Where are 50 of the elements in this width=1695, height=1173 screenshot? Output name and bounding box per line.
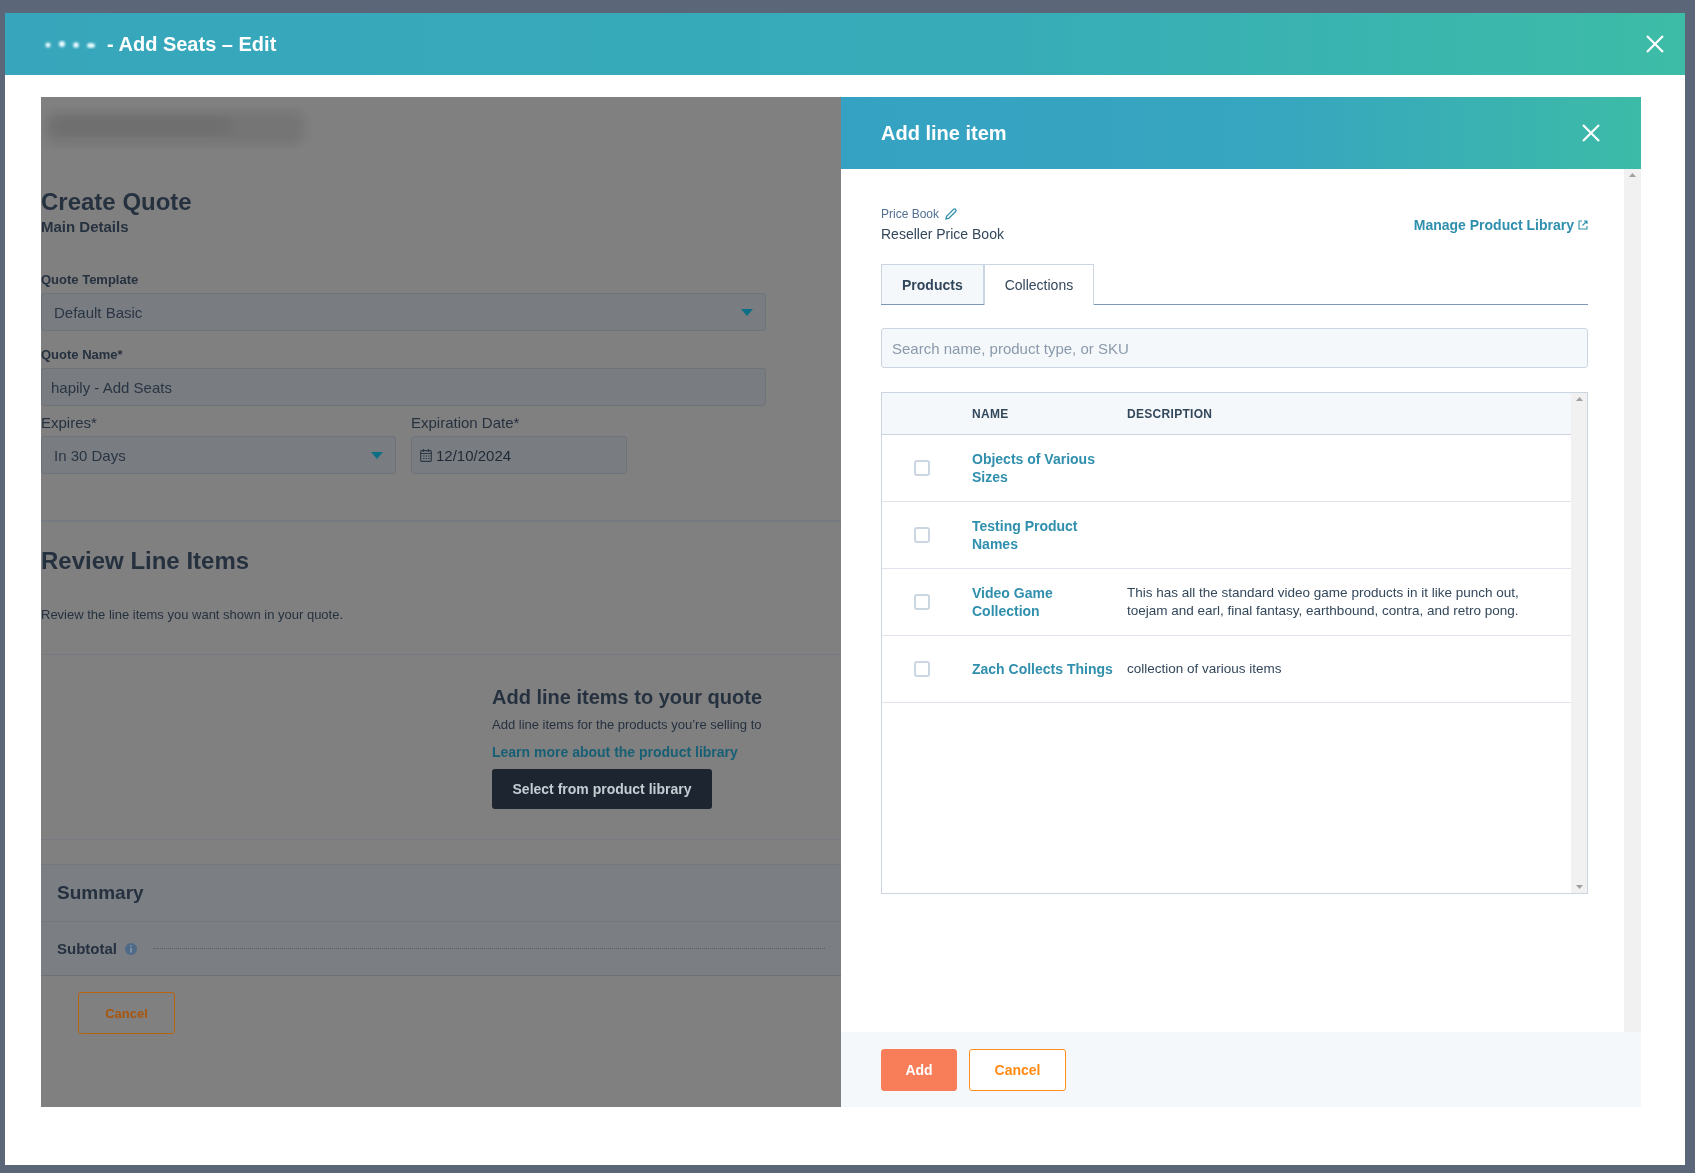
cancel-button[interactable]: Cancel xyxy=(969,1048,1066,1091)
description-cell-text: This has all the standard video game products in it like punch out, toejam and earl, final fantasy, earthbound, contra, and retro pong. xyxy=(1127,584,1520,620)
page-heading: Create Quote xyxy=(41,187,193,217)
tab[interactable]: Collections xyxy=(983,264,1095,305)
close-icon[interactable] xyxy=(1581,123,1601,143)
column-header: DESCRIPTION xyxy=(1127,406,1214,421)
scroll-up-icon[interactable] xyxy=(1575,397,1583,401)
tab[interactable]: Products xyxy=(881,264,984,304)
external-link-icon[interactable] xyxy=(1578,219,1588,230)
checkbox[interactable] xyxy=(914,661,930,677)
section-heading: Review Line Items xyxy=(41,546,251,576)
collection-name-link[interactable]: Zach Collects Things xyxy=(972,660,1127,678)
date-field[interactable]: 12/10/2024 xyxy=(411,436,627,474)
section-description: Review the line items you want shown in your quote. xyxy=(41,606,345,624)
checkbox[interactable] xyxy=(914,594,930,610)
checkbox[interactable] xyxy=(914,527,930,543)
calendar-icon xyxy=(420,448,432,462)
empty-state-text: Add line items for the products you’re selling to xyxy=(492,717,762,733)
checkbox[interactable] xyxy=(914,460,930,476)
pencil-icon[interactable] xyxy=(945,208,958,220)
input-field[interactable]: hapily - Add Seats xyxy=(41,368,766,406)
caret-icon xyxy=(741,308,753,316)
field-label: Expires* xyxy=(41,414,98,432)
subtotal-label: Subtotal xyxy=(57,940,117,957)
scroll-up-icon[interactable] xyxy=(1629,173,1636,177)
price-book-name: Reseller Price Book xyxy=(881,226,1004,242)
panel-title: Add line item xyxy=(881,121,1007,145)
close-icon[interactable] xyxy=(1645,34,1665,54)
collection-name-link[interactable]: Objects of Various Sizes xyxy=(972,450,1127,486)
collection-name-link[interactable]: Video Game Collection xyxy=(972,584,1127,620)
price-book-label: Price Book xyxy=(881,207,940,221)
summary-heading: Summary xyxy=(41,865,841,922)
field-label: Quote Template xyxy=(41,271,140,289)
caret-icon xyxy=(371,451,383,459)
select-field[interactable]: In 30 Days xyxy=(41,436,396,474)
field-label: Quote Name* xyxy=(41,346,124,364)
add-button[interactable]: Add xyxy=(881,1048,957,1091)
column-header: NAME xyxy=(972,406,1010,421)
info-icon xyxy=(125,942,137,955)
section-subheading: Main Details xyxy=(41,217,130,237)
empty-state-heading: Add line items to your quote xyxy=(492,685,762,709)
search-field[interactable]: Search name, product type, or SKU xyxy=(881,328,1588,368)
manage-library-link[interactable]: Manage Product Library xyxy=(1413,216,1574,233)
description-cell-text: collection of various items xyxy=(1127,660,1283,678)
select-field[interactable]: Default Basic xyxy=(41,293,766,331)
field-label: Expiration Date* xyxy=(411,414,521,432)
scroll-down-icon[interactable] xyxy=(1575,885,1583,889)
collection-name-link[interactable]: Testing Product Names xyxy=(972,517,1127,553)
select-library-button[interactable]: Select from product library xyxy=(492,769,712,809)
dialog-title: - Add Seats – Edit xyxy=(107,32,277,56)
